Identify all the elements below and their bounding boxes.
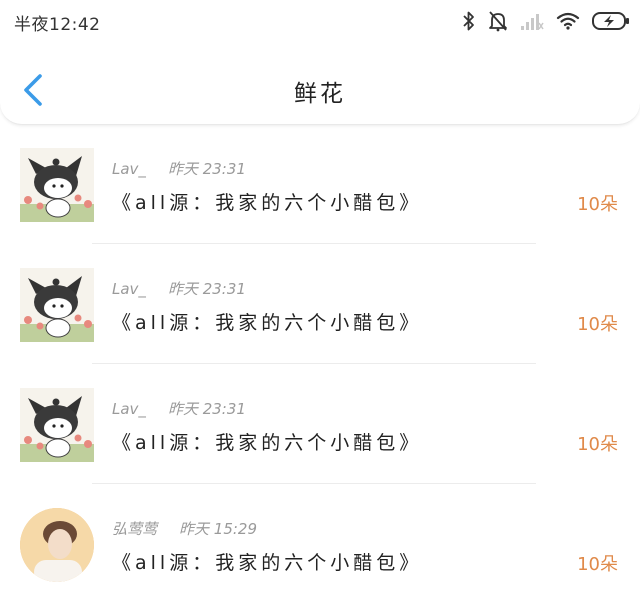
username[interactable]: 弘莺莺 bbox=[112, 520, 157, 538]
avatar[interactable] bbox=[20, 148, 94, 222]
timestamp: 昨天 23:31 bbox=[167, 160, 246, 178]
username[interactable]: Lav_ bbox=[112, 400, 146, 418]
flower-amount: 10朵 bbox=[577, 194, 618, 215]
flower-amount: 10朵 bbox=[577, 434, 618, 455]
bluetooth-icon bbox=[462, 10, 476, 32]
list-item[interactable]: Lav_ 昨天 23:31 《all源：我家的六个小醋包》 10朵 bbox=[0, 124, 640, 244]
wifi-icon bbox=[556, 11, 580, 31]
status-bar: 半夜12:42 bbox=[0, 0, 640, 44]
flower-amount: 10朵 bbox=[577, 314, 618, 335]
status-icons bbox=[462, 8, 630, 34]
timestamp: 昨天 23:31 bbox=[167, 280, 246, 298]
mute-icon bbox=[488, 10, 508, 32]
username[interactable]: Lav_ bbox=[112, 280, 146, 298]
list-item[interactable]: 弘莺莺 昨天 15:29 《all源：我家的六个小醋包》 10朵 bbox=[0, 484, 640, 604]
timestamp: 昨天 23:31 bbox=[167, 400, 246, 418]
battery-charging-icon bbox=[592, 11, 630, 31]
header: 半夜12:42 鲜花 bbox=[0, 0, 640, 125]
list-item[interactable]: Lav_ 昨天 23:31 《all源：我家的六个小醋包》 10朵 bbox=[0, 364, 640, 484]
username[interactable]: Lav_ bbox=[112, 160, 146, 178]
avatar[interactable] bbox=[20, 268, 94, 342]
record-meta: Lav_ 昨天 23:31 bbox=[112, 278, 246, 299]
avatar[interactable] bbox=[20, 508, 94, 582]
record-meta: Lav_ 昨天 23:31 bbox=[112, 398, 246, 419]
record-message: 《all源：我家的六个小醋包》 bbox=[112, 312, 423, 334]
record-message: 《all源：我家的六个小醋包》 bbox=[112, 552, 423, 574]
record-meta: Lav_ 昨天 23:31 bbox=[112, 158, 246, 179]
flower-amount: 10朵 bbox=[577, 554, 618, 575]
timestamp: 昨天 15:29 bbox=[179, 520, 258, 538]
record-meta: 弘莺莺 昨天 15:29 bbox=[112, 518, 257, 539]
avatar[interactable] bbox=[20, 388, 94, 462]
status-time: 半夜12:42 bbox=[14, 15, 101, 35]
record-message: 《all源：我家的六个小醋包》 bbox=[112, 192, 423, 214]
record-message: 《all源：我家的六个小醋包》 bbox=[112, 432, 423, 454]
signal-icon bbox=[520, 11, 544, 31]
page-title: 鲜花 bbox=[294, 81, 346, 107]
nav-bar: 鲜花 bbox=[0, 58, 640, 120]
list-item[interactable]: Lav_ 昨天 23:31 《all源：我家的六个小醋包》 10朵 bbox=[0, 244, 640, 364]
flower-record-list: Lav_ 昨天 23:31 《all源：我家的六个小醋包》 10朵 Lav_ 昨天 … bbox=[0, 124, 640, 604]
